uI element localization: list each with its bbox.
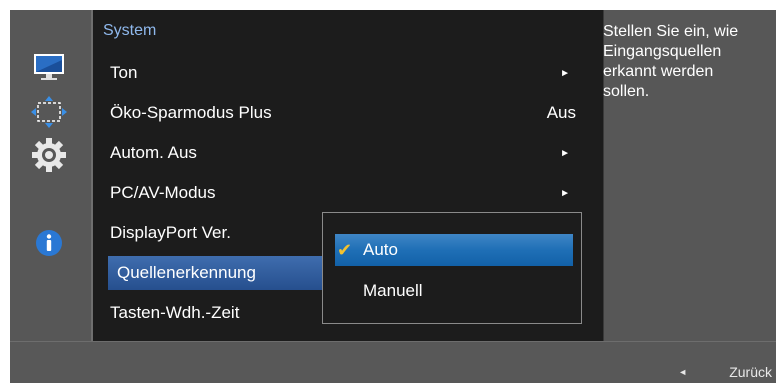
monitor-icon[interactable] xyxy=(27,47,71,87)
option-label: Auto xyxy=(363,240,398,259)
option-manual[interactable]: Manuell xyxy=(335,275,573,307)
chevron-right-icon: ► xyxy=(560,147,570,159)
chevron-right-icon: ► xyxy=(560,67,570,79)
menu-item-source-detection[interactable]: Quellenerkennung xyxy=(108,256,324,290)
menu-item-value: Aus xyxy=(546,103,576,122)
menu-item-label: Öko-Sparmodus Plus xyxy=(110,103,272,122)
resize-icon[interactable] xyxy=(27,92,71,132)
back-arrow-icon: ◄ xyxy=(678,367,688,377)
checkmark-icon: ✔ xyxy=(337,239,353,260)
osd-window: System Ton ► Öko-Sparmodus Plus Aus Auto… xyxy=(10,10,776,383)
menu-item-label: Autom. Aus xyxy=(110,143,197,162)
chevron-right-icon: ► xyxy=(560,187,570,199)
menu-item-label: Ton xyxy=(110,63,138,82)
gear-icon[interactable] xyxy=(27,135,71,175)
menu-item-label: PC/AV-Modus xyxy=(110,183,216,202)
menu-item-pc-av-mode[interactable]: PC/AV-Modus ► xyxy=(110,176,580,210)
menu-item-eco-saving[interactable]: Öko-Sparmodus Plus Aus xyxy=(110,96,580,130)
sidebar xyxy=(10,10,88,341)
source-detection-submenu: ✔ Auto Manuell xyxy=(322,212,582,324)
system-menu: System Ton ► Öko-Sparmodus Plus Aus Auto… xyxy=(91,10,604,341)
menu-item-ton[interactable]: Ton ► xyxy=(110,56,580,90)
back-button[interactable]: ◄ Zurück xyxy=(678,364,772,380)
menu-item-label: Quellenerkennung xyxy=(117,263,256,282)
option-auto[interactable]: ✔ Auto xyxy=(335,234,573,266)
back-label: Zurück xyxy=(729,364,772,380)
help-text: Stellen Sie ein, wie Eingangsquellen erk… xyxy=(603,23,739,100)
option-label: Manuell xyxy=(363,281,423,300)
footer-bar: ◄ Zurück xyxy=(10,341,776,383)
info-icon[interactable] xyxy=(27,223,71,263)
menu-title: System xyxy=(103,22,157,39)
menu-item-auto-off[interactable]: Autom. Aus ► xyxy=(110,136,580,170)
